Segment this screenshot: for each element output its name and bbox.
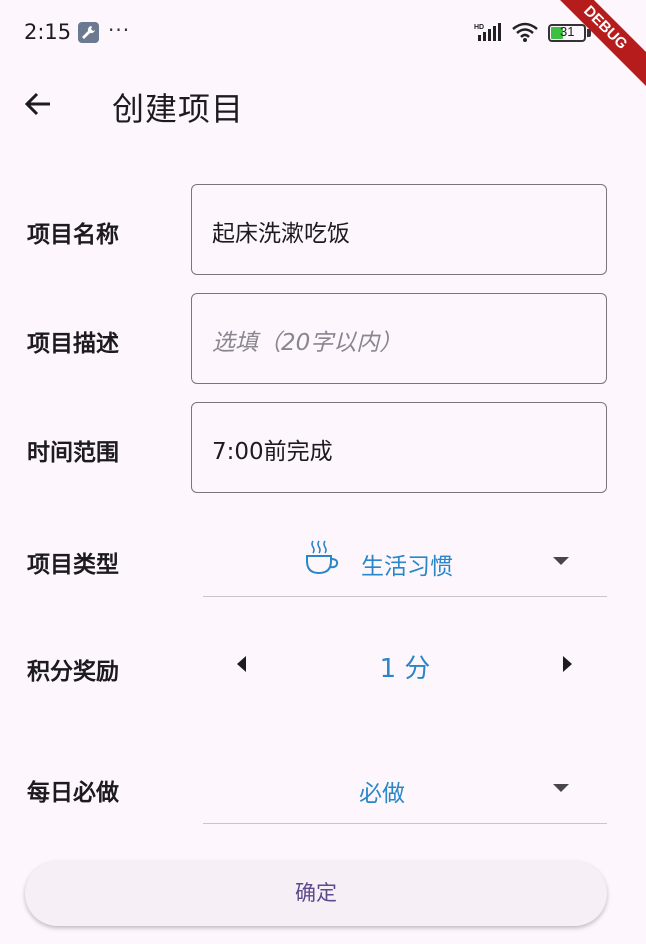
wrench-icon xyxy=(78,22,99,43)
status-time: 2:15 xyxy=(24,20,72,44)
wifi-icon xyxy=(512,22,538,42)
name-label: 项目名称 xyxy=(27,222,119,248)
confirm-button[interactable]: 确定 xyxy=(25,861,607,926)
time-range-value: 7:00前完成 xyxy=(212,439,333,465)
daily-selected: 必做 xyxy=(359,781,405,807)
type-label: 项目类型 xyxy=(27,552,119,578)
increment-arrow-icon[interactable] xyxy=(563,656,572,672)
signal-icon: HD xyxy=(474,23,501,41)
time-range-label: 时间范围 xyxy=(27,440,119,466)
chevron-down-icon xyxy=(553,784,569,792)
points-value: 1 分 xyxy=(379,654,431,684)
points-label: 积分奖励 xyxy=(27,659,119,685)
description-placeholder: 选填（20字以内） xyxy=(212,330,403,356)
name-field[interactable]: 起床洗漱吃饭 xyxy=(191,184,607,275)
svg-text:HD: HD xyxy=(474,24,484,31)
points-stepper: 1 分 xyxy=(203,630,607,700)
daily-dropdown[interactable]: 必做 xyxy=(203,748,607,824)
battery-level: 31 xyxy=(560,24,575,39)
description-field[interactable]: 选填（20字以内） xyxy=(191,293,607,384)
chevron-down-icon xyxy=(553,557,569,565)
more-notifications-icon: ··· xyxy=(108,18,131,42)
type-selected: 生活习惯 xyxy=(361,554,453,580)
description-label: 项目描述 xyxy=(27,331,119,357)
arrow-back-icon xyxy=(24,92,50,116)
coffee-cup-icon xyxy=(306,540,339,575)
type-dropdown[interactable]: 生活习惯 xyxy=(203,521,607,597)
app-bar: 创建项目 xyxy=(0,66,646,146)
back-button[interactable] xyxy=(14,80,62,128)
time-range-field[interactable]: 7:00前完成 xyxy=(191,402,607,493)
daily-label: 每日必做 xyxy=(27,780,119,806)
battery-icon: 31 xyxy=(548,24,586,42)
name-value: 起床洗漱吃饭 xyxy=(212,221,350,247)
status-bar: 2:15 ··· HD 31 xyxy=(0,0,646,66)
page-title: 创建项目 xyxy=(112,90,245,128)
